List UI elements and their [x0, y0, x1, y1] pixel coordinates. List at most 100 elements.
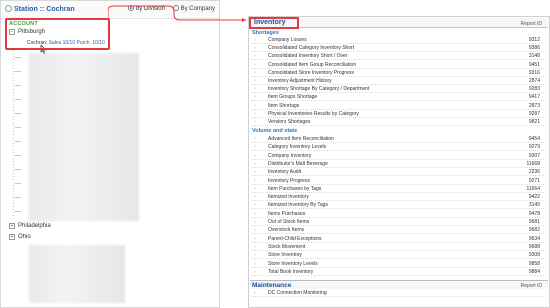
tree-tick — [15, 85, 21, 86]
expand-icon[interactable]: + — [9, 223, 15, 229]
report-name-link[interactable]: Inventory Shortage By Category / Departm… — [268, 86, 369, 92]
report-row[interactable]: › Physical Inventories Results by Categor… — [252, 111, 544, 118]
report-row[interactable]: › Vendors Shortages 9821 — [252, 119, 544, 126]
bullet-icon: › — [254, 169, 256, 176]
bullet-icon: › — [254, 69, 256, 76]
report-id: 9271 — [528, 177, 540, 184]
report-name-link[interactable]: Consolidated Category Inventory Short — [268, 45, 354, 51]
report-row[interactable]: › Parent-Child Exceptions 9634 — [252, 236, 544, 243]
tree-node-ohio[interactable]: + Ohio — [9, 234, 31, 240]
report-id: 9316 — [528, 69, 540, 76]
report-row[interactable]: › Out of Stock Items 9681 — [252, 219, 544, 226]
tree-tick — [15, 71, 21, 72]
report-name-link[interactable]: Item Groups Shortage — [268, 94, 317, 100]
report-row[interactable]: › Company Losses 9312 — [252, 37, 544, 44]
report-row[interactable]: › Item Purchases by Tags 11664 — [252, 186, 544, 193]
report-id: 9821 — [528, 119, 540, 125]
report-row[interactable]: › Item Shortage 2873 — [252, 103, 544, 110]
report-name-link[interactable]: DC Connection Monitoring — [268, 290, 327, 296]
report-row[interactable]: › Inventory Audit 2236 — [252, 169, 544, 177]
report-row[interactable]: › Consolidated Category Inventory Short 93… — [252, 45, 544, 53]
station-icon — [5, 5, 12, 12]
report-row[interactable]: › Store Inventory Levels 9858 — [252, 261, 544, 268]
report-row[interactable]: › Store Inventory 9308 — [252, 252, 544, 260]
report-id: 9858 — [528, 260, 540, 267]
report-name-link[interactable]: Store Inventory — [268, 252, 302, 258]
bullet-icon: › — [254, 185, 256, 192]
report-name-link[interactable]: Inventory Adjustment History — [268, 78, 332, 84]
report-row[interactable]: › Consolidated Inventory Short / Over 3148 — [252, 53, 544, 61]
report-name-link[interactable]: Store Inventory Levels — [268, 261, 318, 267]
report-row[interactable]: › DC Connection Monitoring — [252, 290, 544, 297]
expand-icon[interactable]: + — [9, 234, 15, 240]
report-row[interactable]: › Items Purchases 9478 — [252, 211, 544, 218]
report-row[interactable]: › Itemized Inventory 9422 — [252, 194, 544, 202]
report-name-link[interactable]: Total Book Inventory — [268, 269, 313, 275]
report-name-link[interactable]: Itemized Inventory By Tags — [268, 202, 328, 208]
report-name-link[interactable]: Advanced Item Reconciliation — [268, 136, 334, 142]
tree-node-philadelphia[interactable]: + Philadelphia — [9, 223, 51, 229]
report-id: 2873 — [528, 102, 540, 109]
report-row[interactable]: › Distributor's Malt Beverage 11668 — [252, 161, 544, 168]
report-name-link[interactable]: Items Purchases — [268, 211, 305, 217]
report-name-link[interactable]: Vendors Shortages — [268, 119, 311, 125]
bullet-icon: › — [254, 194, 256, 201]
report-name-link[interactable]: Inventory Audit — [268, 169, 301, 175]
bullet-icon: › — [254, 252, 256, 259]
tree-tick — [15, 155, 21, 156]
report-id: 9283 — [528, 86, 540, 93]
report-row[interactable]: › Inventory Adjustment History 2874 — [252, 78, 544, 85]
report-name-link[interactable]: Company Losses — [268, 37, 307, 43]
report-name-link[interactable]: Out of Stock Items — [268, 219, 309, 225]
bullet-icon: › — [254, 144, 256, 151]
report-name-link[interactable]: Stock Movement — [268, 244, 305, 250]
bullet-icon: › — [254, 37, 256, 43]
bullet-icon: › — [254, 152, 256, 159]
report-name-link[interactable]: Distributor's Malt Beverage — [268, 161, 328, 167]
tree-node-label: Philadelphia — [18, 223, 51, 229]
station-title-text: Station :: Cochran — [14, 6, 75, 13]
report-name-link[interactable]: Physical Inventories Results by Category — [268, 111, 359, 117]
report-row[interactable]: › Inventory Shortage By Category / Depart… — [252, 86, 544, 94]
volume-section-heading: Volume and state — [252, 128, 298, 134]
bullet-icon: › — [254, 202, 256, 209]
tree-tick — [15, 99, 21, 100]
report-row[interactable]: › Consolidated Store Inventory Progress 93… — [252, 70, 544, 77]
inventory-highlight-box — [249, 17, 299, 29]
report-row[interactable]: › Advanced Item Reconciliation 9454 — [252, 136, 544, 143]
report-id: 9312 — [528, 37, 540, 43]
report-name-link[interactable]: Category Inventory Levels — [268, 144, 326, 150]
report-row[interactable]: › Itemized Inventory By Tags 3145 — [252, 202, 544, 210]
report-id: 9451 — [528, 61, 540, 68]
report-name-link[interactable]: Consolidated Item Group Reconciliation — [268, 62, 356, 68]
report-name-link[interactable]: Overstock Items — [268, 227, 304, 233]
bullet-icon: › — [254, 227, 256, 234]
report-name-link[interactable]: Consolidated Store Inventory Progress — [268, 70, 354, 76]
report-row[interactable]: › Total Book Inventory 9884 — [252, 269, 544, 276]
tree-tick — [15, 211, 21, 212]
shortages-section-heading: Shortages — [252, 30, 279, 36]
report-row[interactable]: › Inventory Progress 9271 — [252, 178, 544, 185]
maintenance-title: Maintenance — [252, 282, 292, 289]
tree-tick — [15, 127, 21, 128]
report-row[interactable]: › Item Groups Shortage 9417 — [252, 94, 544, 102]
report-row[interactable]: › Consolidated Item Group Reconciliation 9… — [252, 62, 544, 69]
report-id: 9417 — [528, 94, 540, 101]
report-name-link[interactable]: Itemized Inventory — [268, 194, 309, 200]
bullet-icon: › — [254, 119, 256, 125]
report-row[interactable]: › Company Inventory 9307 — [252, 153, 544, 160]
report-name-link[interactable]: Inventory Progress — [268, 178, 310, 184]
blurred-store-list — [29, 53, 139, 221]
bullet-icon: › — [254, 210, 256, 217]
report-name-link[interactable]: Item Shortage — [268, 103, 299, 109]
report-row[interactable]: › Overstock Items 9682 — [252, 227, 544, 235]
report-name-link[interactable]: Company Inventory — [268, 153, 311, 159]
report-name-link[interactable]: Consolidated Inventory Short / Over — [268, 53, 348, 59]
report-name-link[interactable]: Item Purchases by Tags — [268, 186, 321, 192]
report-id: 9634 — [528, 235, 540, 242]
report-row[interactable]: › Category Inventory Levels 9279 — [252, 144, 544, 152]
report-name-link[interactable]: Parent-Child Exceptions — [268, 236, 322, 242]
report-id: 9478 — [528, 210, 540, 217]
bullet-icon: › — [254, 235, 256, 242]
report-row[interactable]: › Stock Movement 9688 — [252, 244, 544, 251]
